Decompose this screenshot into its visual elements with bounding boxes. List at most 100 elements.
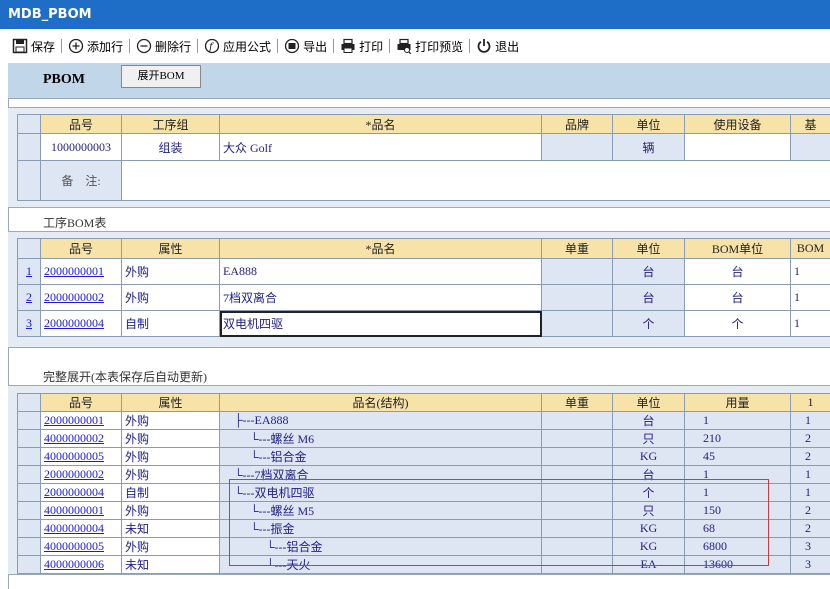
- unit-cell[interactable]: 个: [612, 483, 685, 502]
- structure-name-cell[interactable]: └---振金: [219, 519, 542, 538]
- structure-name-cell[interactable]: └---7档双离合: [219, 465, 542, 484]
- expand-bom-button[interactable]: 展开BOM: [121, 65, 201, 88]
- attribute-cell[interactable]: 自制: [121, 483, 220, 502]
- unit-cell[interactable]: 台: [612, 258, 685, 285]
- table-row[interactable]: 2000000001 外购 ├---EA888 台 1 1: [17, 411, 830, 430]
- attribute-cell[interactable]: 外购: [121, 258, 220, 285]
- name-cell[interactable]: EA888: [219, 258, 542, 285]
- unit-weight-cell[interactable]: [541, 284, 613, 311]
- print-button[interactable]: 打印: [340, 38, 383, 55]
- unit-cell[interactable]: 台: [612, 284, 685, 311]
- attribute-cell[interactable]: 外购: [121, 284, 220, 311]
- print-preview-button[interactable]: 打印预览: [396, 38, 463, 55]
- attribute-cell[interactable]: 外购: [121, 465, 220, 484]
- level-cell[interactable]: 3: [790, 555, 830, 574]
- product-base[interactable]: [790, 133, 830, 161]
- quantity-cell[interactable]: 13600: [684, 555, 791, 574]
- part-no-link[interactable]: 2000000001: [40, 411, 122, 430]
- table-row[interactable]: 2000000004 自制 └---双电机四驱个 1 1: [17, 483, 830, 502]
- part-no-text[interactable]: 2000000001: [44, 413, 104, 427]
- part-no-text[interactable]: 4000000002: [44, 431, 104, 445]
- part-no-link[interactable]: 2000000004: [40, 310, 122, 337]
- attribute-cell[interactable]: 外购: [121, 501, 220, 520]
- part-no-link[interactable]: 2000000001: [40, 258, 122, 285]
- table-row[interactable]: 3 2000000004 自制 双电机四驱 个 个 1: [17, 310, 830, 337]
- part-no-link[interactable]: 2000000004: [40, 483, 122, 502]
- quantity-cell[interactable]: 1: [684, 411, 791, 430]
- bom-unit-cell[interactable]: 台: [684, 284, 791, 311]
- quantity-cell[interactable]: 150: [684, 501, 791, 520]
- unit-cell[interactable]: KG: [612, 537, 685, 556]
- add-row-button[interactable]: 添加行: [68, 38, 123, 55]
- level-cell[interactable]: 1: [790, 483, 830, 502]
- table-row[interactable]: 4000000006 未知 └---天火 EA 13600 3: [17, 555, 830, 574]
- part-no-text[interactable]: 4000000006: [44, 557, 104, 571]
- name-cell[interactable]: 7档双离合: [219, 284, 542, 311]
- unit-cell[interactable]: 只: [612, 501, 685, 520]
- name-cell-selected[interactable]: 双电机四驱: [219, 310, 542, 337]
- attribute-cell[interactable]: 未知: [121, 519, 220, 538]
- attribute-cell[interactable]: 外购: [121, 537, 220, 556]
- unit-cell[interactable]: 台: [612, 465, 685, 484]
- row-number[interactable]: 1: [17, 258, 41, 285]
- part-no-text[interactable]: 2000000004: [44, 485, 104, 499]
- quantity-cell[interactable]: 1: [684, 465, 791, 484]
- unit-weight-cell[interactable]: [541, 310, 613, 337]
- bom-cell[interactable]: 1: [790, 258, 830, 285]
- unit-weight-cell[interactable]: [541, 465, 613, 484]
- product-name[interactable]: 大众 Golf: [219, 133, 542, 161]
- part-no-text[interactable]: 4000000005: [44, 539, 104, 553]
- part-no-link[interactable]: 2000000002: [40, 465, 122, 484]
- structure-name-cell[interactable]: └---铝合金: [219, 537, 542, 556]
- table-row[interactable]: 1 2000000001 外购 EA888 台 台 1: [17, 258, 830, 285]
- part-no-text[interactable]: 4000000001: [44, 503, 104, 517]
- unit-weight-cell[interactable]: [541, 519, 613, 538]
- product-process-group[interactable]: 组装: [121, 133, 220, 161]
- remark-input[interactable]: [121, 160, 830, 201]
- unit-cell[interactable]: 个: [612, 310, 685, 337]
- export-button[interactable]: 导出: [284, 38, 327, 55]
- unit-weight-cell[interactable]: [541, 555, 613, 574]
- product-brand[interactable]: [541, 133, 613, 161]
- unit-weight-cell[interactable]: [541, 447, 613, 466]
- part-no-text[interactable]: 4000000004: [44, 521, 104, 535]
- attribute-cell[interactable]: 自制: [121, 310, 220, 337]
- structure-name-cell[interactable]: └---双电机四驱: [219, 483, 542, 502]
- part-no-link[interactable]: 4000000006: [40, 555, 122, 574]
- exit-button[interactable]: 退出: [476, 38, 519, 55]
- quantity-cell[interactable]: 1: [684, 483, 791, 502]
- bom-unit-cell[interactable]: 台: [684, 258, 791, 285]
- unit-cell[interactable]: EA: [612, 555, 685, 574]
- structure-name-cell[interactable]: └---天火: [219, 555, 542, 574]
- level-cell[interactable]: 1: [790, 465, 830, 484]
- table-row[interactable]: 4000000005 外购 └---铝合金 KG 6800 3: [17, 537, 830, 556]
- structure-name-cell[interactable]: └---螺丝 M6: [219, 429, 542, 448]
- delete-row-button[interactable]: 删除行: [136, 38, 191, 55]
- level-cell[interactable]: 2: [790, 501, 830, 520]
- quantity-cell[interactable]: 6800: [684, 537, 791, 556]
- structure-name-cell[interactable]: └---铝合金: [219, 447, 542, 466]
- level-cell[interactable]: 1: [790, 411, 830, 430]
- table-row[interactable]: 2 2000000002 外购 7档双离合 台 台 1: [17, 284, 830, 311]
- unit-weight-cell[interactable]: [541, 501, 613, 520]
- row-number[interactable]: 2: [17, 284, 41, 311]
- bom-cell[interactable]: 1: [790, 310, 830, 337]
- unit-cell[interactable]: KG: [612, 447, 685, 466]
- structure-name-cell[interactable]: ├---EA888: [219, 411, 542, 430]
- level-cell[interactable]: 2: [790, 447, 830, 466]
- table-row[interactable]: 2000000002 外购 └---7档双离合台 1 1: [17, 465, 830, 484]
- quantity-cell[interactable]: 45: [684, 447, 791, 466]
- attribute-cell[interactable]: 外购: [121, 411, 220, 430]
- unit-cell[interactable]: 只: [612, 429, 685, 448]
- table-row[interactable]: 4000000001 外购 └---螺丝 M5 只 150 2: [17, 501, 830, 520]
- row-number[interactable]: 3: [17, 310, 41, 337]
- unit-weight-cell[interactable]: [541, 411, 613, 430]
- unit-cell[interactable]: KG: [612, 519, 685, 538]
- part-no-text[interactable]: 4000000005: [44, 449, 104, 463]
- attribute-cell[interactable]: 外购: [121, 429, 220, 448]
- save-button[interactable]: 保存: [12, 38, 55, 55]
- part-no-link[interactable]: 2000000002: [40, 284, 122, 311]
- apply-formula-button[interactable]: f 应用公式: [204, 38, 271, 55]
- part-no-link[interactable]: 4000000005: [40, 537, 122, 556]
- unit-weight-cell[interactable]: [541, 429, 613, 448]
